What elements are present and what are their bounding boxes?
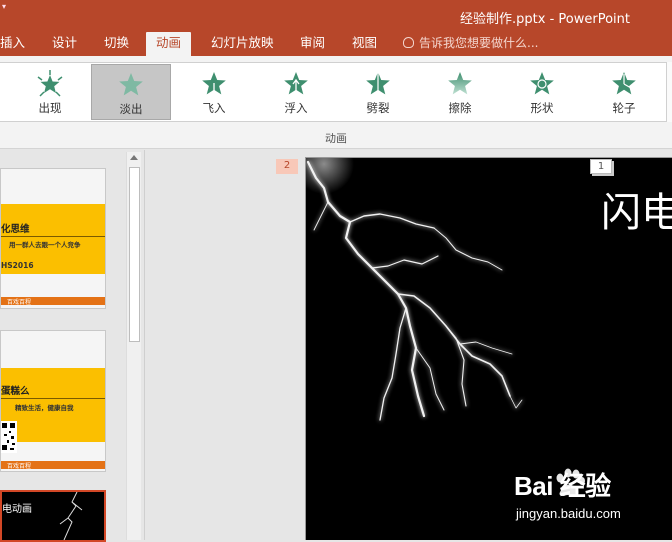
animation-gallery: 出现 淡出 飞入 浮入 劈裂 擦除 形状 轮子 <box>0 62 668 122</box>
tab-review[interactable]: 审阅 <box>300 32 325 56</box>
animation-label: 擦除 <box>448 101 472 115</box>
animation-label: 出现 <box>38 101 62 115</box>
slide-thumbnail-selected[interactable]: 电动画 <box>0 490 106 542</box>
animation-wheel[interactable]: 轮子 <box>584 64 664 120</box>
animation-split[interactable]: 劈裂 <box>338 64 418 120</box>
slide-thumbnail[interactable]: 化思维 用一群人去跟一个人竞争 HS2016 百戏百程 <box>0 168 106 309</box>
animation-label: 飞入 <box>202 101 226 115</box>
slide-thumbnail-pane: 化思维 用一群人去跟一个人竞争 HS2016 百戏百程 蛋糕么 精致生活，健康自… <box>0 150 145 542</box>
lightning-thumbnail <box>59 492 83 540</box>
slide-thumbnail[interactable]: 蛋糕么 精致生活，健康自我 百戏百程 <box>0 330 106 472</box>
animation-label: 劈裂 <box>366 101 390 115</box>
fade-star-icon <box>119 73 143 96</box>
animation-shape[interactable]: 形状 <box>502 64 582 120</box>
animation-label: 轮子 <box>612 101 636 115</box>
ribbon-group-label: 动画 <box>325 132 347 145</box>
wheel-star-icon <box>612 72 636 95</box>
thumb-subtitle: 精致生活，健康自我 <box>15 404 74 412</box>
split-star-icon <box>366 72 390 95</box>
thumb-rule <box>1 236 105 237</box>
animation-order-tag[interactable]: 1 <box>590 159 612 174</box>
animation-label: 浮入 <box>284 101 308 115</box>
appear-star-icon <box>37 70 63 97</box>
thumb-title: 化思维 <box>1 224 30 235</box>
tell-me-box[interactable]: 告诉我您想要做什么... <box>403 32 538 56</box>
baidu-watermark: Bai 经验 jingyan.baidu.com <box>492 466 672 530</box>
animation-label: 淡出 <box>119 102 143 116</box>
animation-fade[interactable]: 淡出 <box>91 64 171 120</box>
thumb-footer: 百戏百程 <box>7 463 32 470</box>
shape-star-icon <box>530 72 554 95</box>
tab-transitions[interactable]: 切换 <box>104 32 129 56</box>
ribbon: 出现 淡出 飞入 浮入 劈裂 擦除 形状 轮子 动画 <box>0 56 672 149</box>
float-in-star-icon <box>284 72 308 95</box>
tab-design[interactable]: 设计 <box>52 32 77 56</box>
thumb-footer: 百戏百程 <box>7 299 32 306</box>
thumb-rule <box>1 398 105 399</box>
tab-view[interactable]: 视图 <box>352 32 377 56</box>
slide-title[interactable]: 闪电 <box>601 180 672 238</box>
tab-insert[interactable]: 插入 <box>0 32 25 56</box>
tab-slideshow[interactable]: 幻灯片放映 <box>211 32 274 56</box>
watermark-logo: Bai 经验 <box>514 471 611 501</box>
fly-in-star-icon <box>202 72 226 99</box>
animation-wipe[interactable]: 擦除 <box>420 64 500 120</box>
wipe-star-icon <box>448 72 472 95</box>
animation-fly-in[interactable]: 飞入 <box>174 64 254 120</box>
thumbnail-scrollbar[interactable] <box>126 152 141 540</box>
gallery-scroll[interactable] <box>666 62 672 122</box>
animation-appear[interactable]: 出现 <box>10 64 90 120</box>
watermark-url: jingyan.baidu.com <box>516 506 621 521</box>
thumb-title: 蛋糕么 <box>1 386 30 397</box>
tell-me-placeholder: 告诉我您想要做什么... <box>419 36 539 50</box>
thumb-subtitle: 用一群人去跟一个人竞争 <box>9 241 81 249</box>
scroll-up-arrow-icon[interactable] <box>130 155 138 160</box>
quick-access-dropdown-icon[interactable]: ▾ <box>2 2 6 11</box>
window-title: 经验制作.pptx - PowerPoint <box>460 12 630 27</box>
animation-order-tag[interactable]: 2 <box>276 159 298 174</box>
tab-animations[interactable]: 动画 <box>146 32 192 56</box>
animation-label: 形状 <box>530 101 554 115</box>
title-bar: ▾ 经验制作.pptx - PowerPoint <box>0 0 672 32</box>
thumb-code: HS2016 <box>1 261 34 270</box>
lightbulb-icon <box>403 37 414 48</box>
qr-code-icon <box>1 421 17 453</box>
thumb-title: 电动画 <box>2 504 32 515</box>
ribbon-tabs: 插入 设计 切换 动画 幻灯片放映 审阅 视图 告诉我您想要做什么... <box>0 32 672 56</box>
animation-float-in[interactable]: 浮入 <box>256 64 336 120</box>
scroll-thumb[interactable] <box>129 167 140 342</box>
